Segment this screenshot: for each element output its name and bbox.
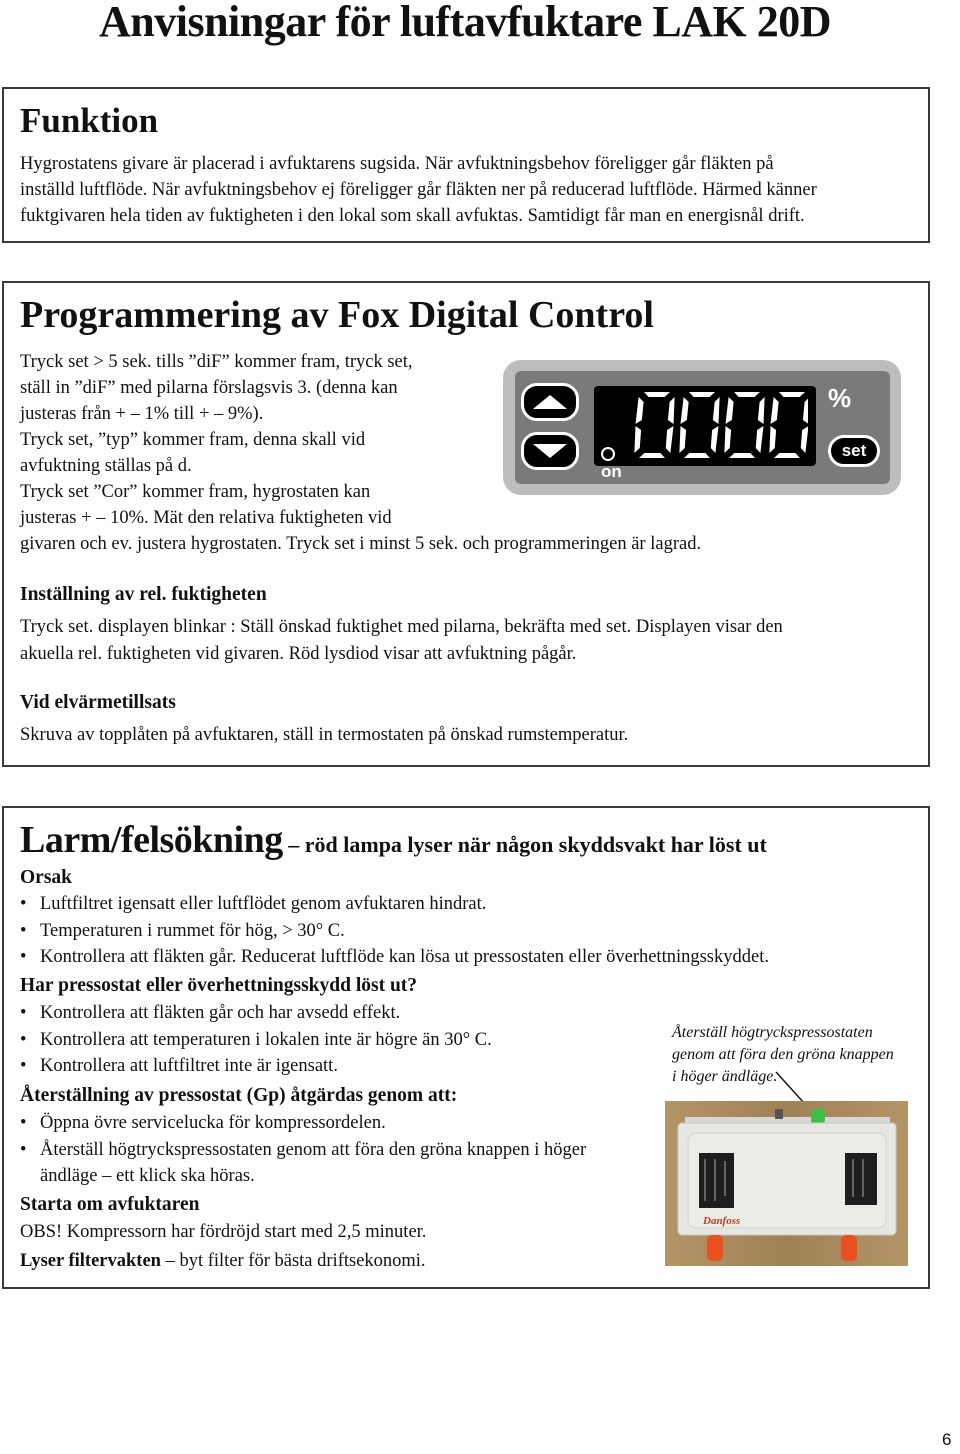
list-item: Kontrollera att temperaturen i lokalen i… (20, 1027, 640, 1054)
digit-0-segment-f (635, 397, 644, 424)
orsak-heading: Orsak (20, 867, 73, 888)
programmering-section: Programmering av Fox Digital Control Try… (2, 281, 930, 767)
digit-1-segment-c (710, 426, 719, 453)
up-button[interactable] (521, 383, 579, 421)
digit-2-segment-c (755, 426, 764, 453)
green-reset-button (811, 1109, 825, 1123)
scale-window-right (845, 1153, 877, 1205)
caption-line: Återställ högtryckspressostaten (672, 1024, 873, 1041)
brand-logo: Danfoss (702, 1215, 740, 1227)
digit-1-segment-d (684, 453, 710, 458)
funktion-line: inställd luftflöde. När avfuktningsbehov… (20, 180, 817, 200)
orsak-list: Luftfiltret igensatt eller luftflödet ge… (20, 891, 920, 971)
red-cap (707, 1235, 723, 1261)
scale-window-left (699, 1153, 734, 1208)
digit-0-segment-d (639, 453, 665, 458)
filtervakt-label: Lyser filtervakten (20, 1251, 161, 1271)
on-label: on (601, 462, 622, 481)
list-item: Återställ högtryckspressostaten genom at… (20, 1137, 600, 1190)
digit-1-segment-b (712, 397, 720, 424)
starta-om-heading: Starta om avfuktaren (20, 1194, 200, 1215)
digit-1-segment-e (679, 426, 687, 453)
installning-line: Tryck set. displayen blinkar : Ställ öns… (20, 617, 783, 637)
page-number: 6 (942, 1430, 952, 1449)
digit-0-segment-b (667, 397, 675, 424)
aterstallning-heading: Återställning av pressostat (Gp) åtgärda… (20, 1085, 458, 1106)
programmering-line: justeras + – 10%. Mät den relativa fukti… (20, 508, 392, 528)
pressostat-photo: Danfoss (665, 1101, 908, 1266)
digit-2-segment-a (734, 392, 760, 397)
installning-body: Tryck set. displayen blinkar : Ställ öns… (20, 614, 920, 667)
digit-1-segment-f (680, 397, 689, 424)
document-title: Anvisningar för luftavfuktare LAK 20D (98, 0, 832, 46)
display-digits (634, 392, 808, 458)
pressostat-list: Kontrollera att fläkten går och har avse… (20, 1000, 640, 1080)
digit-2-segment-f (725, 397, 734, 424)
arrow-down-icon (533, 444, 567, 458)
list-item: Öppna övre servicelucka för kompressorde… (20, 1110, 600, 1137)
digit-3-segment-d (774, 453, 800, 458)
funktion-heading: Funktion (20, 101, 159, 140)
digit-3-segment-e (769, 426, 777, 453)
percent-unit: % (828, 383, 852, 413)
digit-0-segment-a (644, 392, 670, 397)
programmering-line: givaren och ev. justera hygrostaten. Try… (20, 534, 702, 554)
digit-3-segment-b (802, 398, 808, 424)
larm-heading-row: Larm/felsökning – röd lampa lyser när nå… (20, 818, 767, 862)
installning-line: akuella rel. fuktigheten vid givaren. Rö… (20, 643, 577, 664)
programmering-heading: Programmering av Fox Digital Control (20, 294, 654, 336)
set-button[interactable]: set (828, 435, 880, 467)
digit-3-segment-a (779, 392, 805, 397)
funktion-line: Hygrostatens givare är placerad i avfukt… (20, 154, 774, 174)
digit-0-segment-e (634, 426, 642, 453)
red-cap (841, 1235, 857, 1261)
installning-heading: Inställning av rel. fuktigheten (20, 584, 267, 605)
list-item: Kontrollera att fläkten går och har avse… (20, 1000, 640, 1027)
pressostat-heading: Har pressostat eller överhettningsskydd … (20, 975, 418, 996)
funktion-section: Funktion Hygrostatens givare är placerad… (2, 87, 930, 243)
filtervakt-text: – byt filter för bästa driftsekonomi. (160, 1251, 426, 1271)
arrow-up-icon (533, 395, 567, 409)
funktion-line: fuktgivaren hela tiden av fuktigheten i … (20, 206, 805, 226)
digit-3-segment-c (800, 426, 808, 453)
aterstallning-list: Öppna övre servicelucka för kompressorde… (20, 1110, 600, 1190)
digit-2-segment-e (724, 426, 732, 453)
filtervakt-row: Lyser filtervakten – byt filter för bäst… (20, 1248, 426, 1275)
starta-om-text: OBS! Kompressorn har fördröjd start med … (20, 1222, 427, 1242)
elvarme-heading: Vid elvärmetillsats (20, 692, 176, 713)
digit-2-segment-d (729, 453, 755, 458)
funktion-body: Hygrostatens givare är placerad i avfukt… (20, 151, 920, 229)
digit-0-segment-c (665, 426, 674, 453)
list-item: Kontrollera att fläkten går. Reducerat l… (20, 944, 920, 971)
on-led-indicator (601, 447, 615, 461)
digit-3-segment-f (770, 397, 779, 424)
digit-1-segment-a (689, 392, 715, 397)
list-item: Temperaturen i rummet för hög, > 30° C. (20, 918, 920, 945)
caption-line: genom att föra den gröna knappen (672, 1046, 894, 1063)
larm-subheading: – röd lampa lyser när någon skyddsvakt h… (282, 832, 767, 857)
list-item: Kontrollera att luftfiltret inte är igen… (20, 1053, 640, 1080)
list-item: Luftfiltret igensatt eller luftflödet ge… (20, 891, 920, 918)
digit-2-segment-b (757, 397, 765, 424)
down-button[interactable] (521, 432, 579, 470)
elvarme-text: Skruva av topplåten på avfuktaren, ställ… (20, 725, 629, 745)
larm-heading: Larm/felsökning (20, 819, 283, 861)
